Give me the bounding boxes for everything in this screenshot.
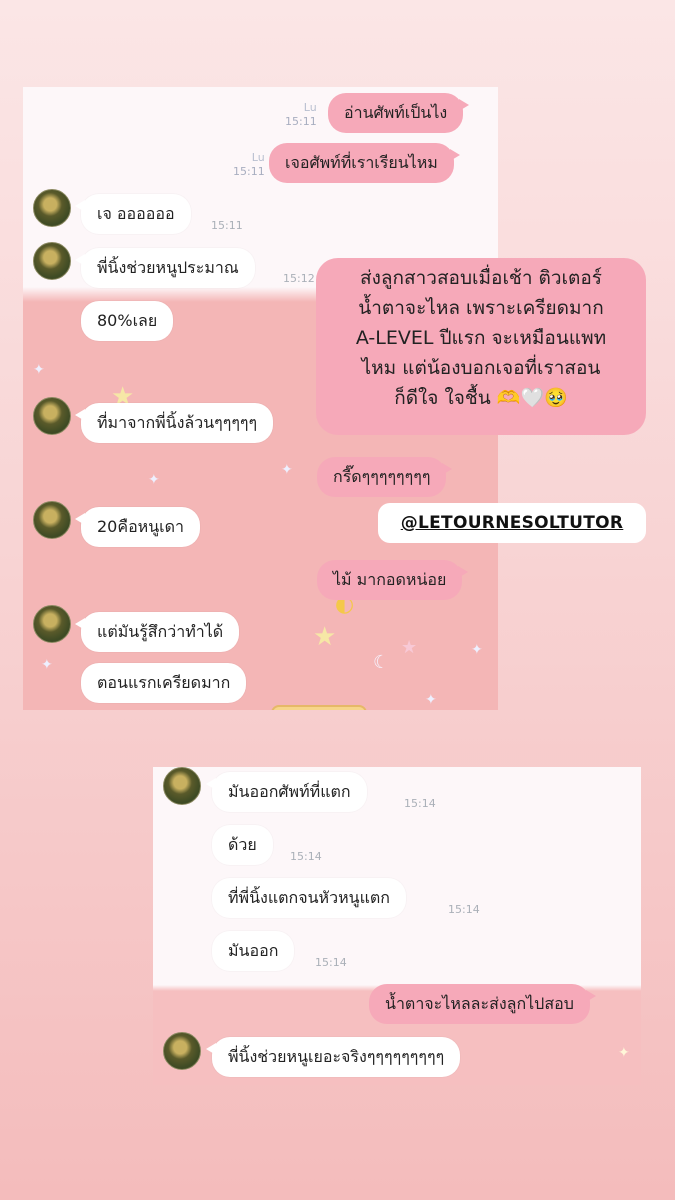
- moon-icon: ☾: [373, 652, 390, 673]
- avatar[interactable]: [163, 767, 201, 805]
- sparkle-decoration: ✦: [618, 1045, 630, 1061]
- incoming-message[interactable]: พี่นิ้งช่วยหนูประมาณ: [75, 248, 255, 288]
- incoming-message[interactable]: 80%เลย: [81, 301, 174, 341]
- sparkle-decoration: ✦: [281, 462, 293, 478]
- incoming-message[interactable]: มันออก: [212, 931, 295, 971]
- star-decoration: ★: [401, 637, 418, 658]
- sparkle-decoration: ✦: [471, 642, 483, 658]
- mention-sticker[interactable]: @LETOURNESOLTUTOR: [378, 503, 646, 543]
- outgoing-message[interactable]: น้ำตาจะไหลละส่งลูกไปสอบ: [369, 984, 596, 1024]
- incoming-message[interactable]: ที่พี่นิ้งแตกจนหัวหนูแตก: [212, 878, 406, 918]
- message-text: เจ ออออออ: [97, 204, 175, 223]
- sparkle-decoration: ✦: [33, 362, 45, 378]
- message-time: 15:11: [211, 219, 243, 232]
- incoming-message[interactable]: ด้วย: [212, 825, 273, 865]
- sparkle-decoration: ✦: [425, 692, 437, 708]
- avatar[interactable]: [33, 397, 71, 435]
- chat-screenshot-2: ✦ ✦ มันออกศัพท์ที่แตก 15:14 ด้วย 15:14 ท…: [153, 767, 641, 1085]
- caption-line: น้ำตาจะไหล เพราะเครียดมาก: [358, 297, 604, 319]
- incoming-message[interactable]: เจ ออออออ: [75, 194, 191, 234]
- message-time: 15:14: [290, 850, 322, 863]
- message-text: ตอนแรกเครียดมาก: [97, 673, 231, 692]
- message-text: กรี๊ดๆๆๆๆๆๆๆๆ: [333, 467, 431, 486]
- sticker-preview[interactable]: [271, 705, 367, 710]
- message-text: อ่านศัพท์เป็นไง: [344, 103, 448, 122]
- avatar[interactable]: [163, 1032, 201, 1070]
- story-caption: ส่งลูกสาวสอบเมื่อเช้า ติวเตอร์ น้ำตาจะไห…: [316, 258, 646, 435]
- incoming-message[interactable]: แต่มันรู้สึกว่าทำได้: [74, 612, 240, 652]
- message-time: 15:14: [315, 956, 347, 969]
- avatar[interactable]: [33, 189, 71, 227]
- caption-line: A-LEVEL ปีแรก จะเหมือนแพท: [355, 327, 607, 349]
- message-time: 15:14: [404, 797, 436, 810]
- caption-line: ไหม แต่น้องบอกเจอที่เราสอน: [361, 357, 601, 379]
- message-text: มันออก: [228, 941, 279, 960]
- sparkle-decoration: ✦: [41, 657, 53, 673]
- message-text: 80%เลย: [97, 311, 158, 330]
- message-text: แต่มันรู้สึกว่าทำได้: [97, 622, 224, 641]
- message-text: ที่พี่นิ้งแตกจนหัวหนูแตก: [228, 888, 390, 907]
- read-receipt: Lu 15:11: [285, 101, 317, 128]
- incoming-message[interactable]: พี่นิ้งช่วยหนูเยอะจริงๆๆๆๆๆๆๆๆๆ: [205, 1037, 461, 1077]
- message-text: มันออกศัพท์ที่แตก: [228, 782, 351, 801]
- message-text: น้ำตาจะไหลละส่งลูกไปสอบ: [385, 994, 574, 1013]
- caption-line: ส่งลูกสาวสอบเมื่อเช้า ติวเตอร์: [359, 267, 602, 289]
- message-time: 15:14: [448, 903, 480, 916]
- message-text: พี่นิ้งช่วยหนูเยอะจริงๆๆๆๆๆๆๆๆๆ: [228, 1047, 445, 1066]
- incoming-message[interactable]: 20คือหนูเดา: [75, 507, 200, 547]
- incoming-message[interactable]: ที่มาจากพี่นิ้งล้วนๆๆๆๆๆ: [74, 403, 274, 443]
- read-receipt: Lu 15:11: [233, 151, 265, 178]
- incoming-message[interactable]: ตอนแรกเครียดมาก: [81, 663, 247, 703]
- outgoing-message[interactable]: เจอศัพท์ที่เราเรียนไหม: [269, 143, 460, 183]
- message-text: พี่นิ้งช่วยหนูประมาณ: [97, 258, 239, 277]
- avatar[interactable]: [33, 242, 71, 280]
- outgoing-message[interactable]: กรี๊ดๆๆๆๆๆๆๆๆ: [317, 457, 453, 497]
- message-text: 20คือหนูเดา: [97, 517, 184, 536]
- avatar[interactable]: [33, 605, 71, 643]
- message-text: เจอศัพท์ที่เราเรียนไหม: [285, 153, 438, 172]
- message-text: ที่มาจากพี่นิ้งล้วนๆๆๆๆๆ: [97, 413, 258, 432]
- incoming-message[interactable]: มันออกศัพท์ที่แตก: [206, 772, 367, 812]
- sparkle-decoration: ✦: [148, 472, 160, 488]
- message-text: ไม้ มากอดหน่อย: [333, 570, 447, 589]
- outgoing-message[interactable]: อ่านศัพท์เป็นไง: [328, 93, 470, 133]
- avatar[interactable]: [33, 501, 71, 539]
- star-decoration: ★: [313, 622, 337, 652]
- caption-line: ก็ดีใจ ใจชื้น 🫶🤍🥹: [394, 387, 568, 409]
- message-text: ด้วย: [228, 835, 257, 854]
- message-time: 15:12: [283, 272, 315, 285]
- outgoing-message[interactable]: ไม้ มากอดหน่อย: [317, 560, 469, 600]
